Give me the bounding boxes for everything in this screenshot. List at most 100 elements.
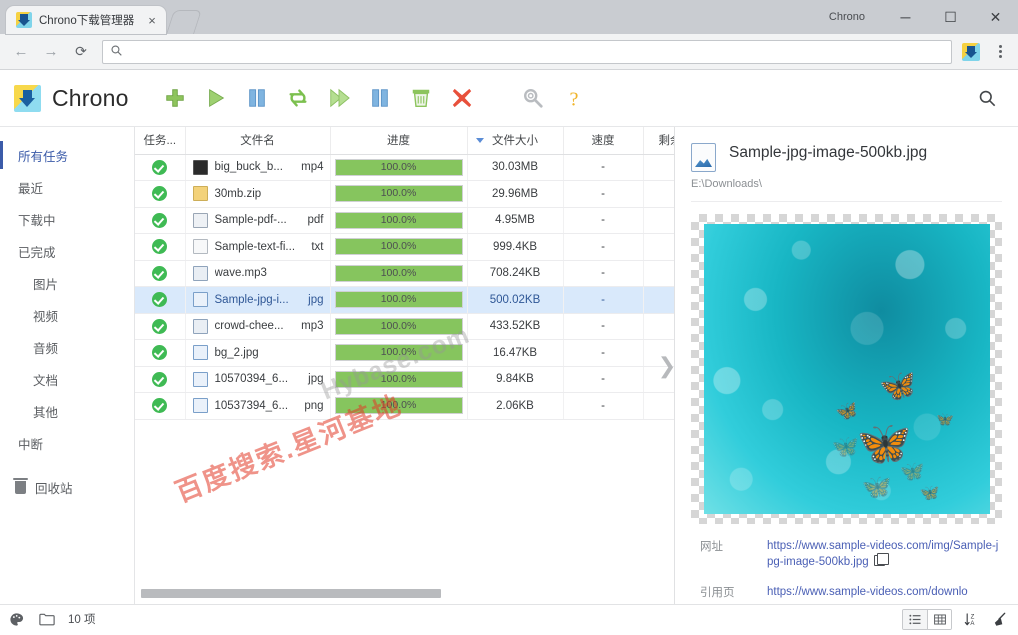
forward-icon[interactable]: → bbox=[38, 39, 64, 65]
palette-icon[interactable] bbox=[8, 611, 25, 628]
toolbar-actions: ? bbox=[155, 78, 595, 119]
pause-button[interactable] bbox=[237, 78, 278, 119]
check-circle-icon bbox=[152, 318, 168, 334]
start-button[interactable] bbox=[196, 78, 237, 119]
sidebar-item-2[interactable]: 下载中 bbox=[0, 203, 134, 235]
column-header-progress[interactable]: 进度 bbox=[330, 127, 468, 155]
remaining-time-cell: - bbox=[643, 313, 674, 340]
check-circle-icon bbox=[152, 239, 168, 255]
sidebar-item-recycle-bin[interactable]: 回收站 bbox=[0, 471, 134, 503]
column-header-status[interactable]: 任务... bbox=[135, 127, 186, 155]
image-preview-box[interactable]: 🦋 🦋 🦋 🦋 🦋 🦋 🦋 🦋 bbox=[691, 214, 1002, 524]
help-button[interactable]: ? bbox=[554, 78, 595, 119]
filename-cell: 10570394_6... jpg bbox=[185, 366, 331, 393]
butterfly-icon: 🦋 bbox=[861, 474, 892, 501]
table-row[interactable]: Sample-jpg-i...jpg100.0%500.02KB-- bbox=[135, 286, 674, 314]
table-row[interactable]: Sample-pdf-...pdf100.0%4.95MB-- bbox=[135, 207, 674, 234]
list-view-icon[interactable] bbox=[903, 609, 927, 629]
reload-icon[interactable]: ⟳ bbox=[68, 39, 94, 65]
progress-bar: 100.0% bbox=[334, 238, 463, 256]
progress-label: 100.0% bbox=[380, 319, 417, 332]
sidebar-item-1[interactable]: 最近 bbox=[0, 171, 134, 203]
clear-completed-button[interactable] bbox=[401, 78, 442, 119]
back-icon[interactable]: ← bbox=[8, 39, 34, 65]
app-search-button[interactable] bbox=[970, 81, 1004, 115]
panel-collapse-handle[interactable]: ❯ bbox=[658, 343, 674, 389]
address-input[interactable] bbox=[130, 43, 943, 60]
sidebar-item-6[interactable]: 音频 bbox=[0, 331, 134, 363]
sidebar-item-5[interactable]: 视频 bbox=[0, 299, 134, 331]
window-close-icon[interactable]: ✕ bbox=[973, 1, 1018, 33]
detail-meta-value[interactable]: https://www.sample-videos.com/downlo bbox=[767, 584, 1002, 600]
chrono-extension-icon[interactable] bbox=[962, 42, 980, 61]
speed-cell: - bbox=[563, 207, 644, 234]
table-horizontal-scrollbar[interactable] bbox=[141, 589, 674, 598]
table-row[interactable]: 10537394_6...png100.0%2.06KB-- bbox=[135, 392, 674, 420]
progress-cell: 100.0% bbox=[330, 313, 468, 340]
remaining-time-cell: - bbox=[643, 207, 674, 234]
filename-cell: wave.mp3 bbox=[185, 260, 331, 287]
column-header-size[interactable]: 文件大小 bbox=[467, 127, 564, 155]
table-row[interactable]: big_buck_b...mp4100.0%30.03MB-- bbox=[135, 154, 674, 181]
check-circle-icon bbox=[152, 159, 168, 175]
settings-button[interactable] bbox=[513, 78, 554, 119]
table-row[interactable]: Sample-text-fi...txt100.0%999.4KB-- bbox=[135, 233, 674, 261]
close-icon[interactable]: × bbox=[144, 13, 160, 28]
table-row[interactable]: 30mb.zip100.0%29.96MB-- bbox=[135, 180, 674, 208]
omnibox[interactable] bbox=[102, 39, 952, 64]
sidebar-item-0[interactable]: 所有任务 bbox=[0, 139, 134, 171]
column-header-speed[interactable]: 速度 bbox=[563, 127, 644, 155]
table-row[interactable]: wave.mp3100.0%708.24KB-- bbox=[135, 260, 674, 287]
butterfly-icon: 🦋 bbox=[877, 367, 919, 406]
browser-tab-chrono[interactable]: Chrono下载管理器 × bbox=[6, 6, 166, 34]
table-row[interactable]: bg_2.jpg100.0%16.47KB-- bbox=[135, 339, 674, 367]
progress-label: 100.0% bbox=[380, 240, 417, 253]
broom-icon[interactable] bbox=[991, 611, 1008, 628]
grid-view-icon[interactable] bbox=[927, 609, 951, 629]
table-row[interactable]: 10570394_6...jpg100.0%9.84KB-- bbox=[135, 366, 674, 393]
sort-az-icon[interactable]: ZA bbox=[963, 611, 980, 628]
minimize-icon[interactable]: ─ bbox=[883, 1, 928, 33]
pause-all-button[interactable] bbox=[360, 78, 401, 119]
delete-button[interactable] bbox=[442, 78, 483, 119]
filename-cell: bg_2.jpg bbox=[185, 339, 331, 367]
browser-menu-icon[interactable] bbox=[990, 40, 1010, 64]
app-title: Chrono bbox=[52, 84, 129, 111]
start-all-button[interactable] bbox=[319, 78, 360, 119]
maximize-icon[interactable]: ☐ bbox=[928, 1, 973, 33]
table-row[interactable]: crowd-chee...mp3100.0%433.52KB-- bbox=[135, 313, 674, 340]
progress-cell: 100.0% bbox=[330, 233, 468, 261]
folder-icon[interactable] bbox=[38, 611, 55, 628]
sidebar-item-3[interactable]: 已完成 bbox=[0, 235, 134, 267]
progress-label: 100.0% bbox=[380, 372, 417, 385]
task-status-cell bbox=[135, 260, 186, 287]
speed-cell: - bbox=[563, 154, 644, 181]
filename-label: Sample-jpg-i... bbox=[214, 293, 289, 306]
filename-extension: mp4 bbox=[301, 161, 324, 174]
refresh-button[interactable] bbox=[278, 78, 319, 119]
new-tab-button[interactable] bbox=[166, 10, 202, 34]
sidebar-item-9[interactable]: 中断 bbox=[0, 427, 134, 459]
task-status-cell bbox=[135, 233, 186, 261]
trash-icon bbox=[13, 477, 28, 494]
view-mode-switch[interactable] bbox=[902, 608, 952, 630]
remaining-time-cell: - bbox=[643, 233, 674, 261]
sidebar-item-7[interactable]: 文档 bbox=[0, 363, 134, 395]
column-header-filename[interactable]: 文件名 bbox=[185, 127, 331, 155]
filename-label: bg_2.jpg bbox=[214, 346, 259, 359]
column-header-remaining[interactable]: 剩余时 bbox=[643, 127, 674, 155]
scrollbar-thumb[interactable] bbox=[141, 589, 441, 598]
column-header-label: 文件大小 bbox=[492, 135, 538, 148]
detail-meta-value[interactable]: https://www.sample-videos.com/img/Sample… bbox=[767, 538, 1002, 570]
sidebar-item-4[interactable]: 图片 bbox=[0, 267, 134, 299]
sidebar-item-label: 文档 bbox=[33, 373, 59, 388]
progress-cell: 100.0% bbox=[330, 180, 468, 208]
sidebar-item-label: 音频 bbox=[33, 341, 59, 356]
detail-meta-link[interactable]: https://www.sample-videos.com/downlo bbox=[767, 586, 968, 598]
progress-bar: 100.0% bbox=[334, 344, 463, 362]
speed-cell: - bbox=[563, 260, 644, 287]
sidebar-item-8[interactable]: 其他 bbox=[0, 395, 134, 427]
add-task-button[interactable] bbox=[155, 78, 196, 119]
video-file-icon bbox=[192, 159, 208, 175]
copy-icon[interactable] bbox=[873, 552, 889, 566]
